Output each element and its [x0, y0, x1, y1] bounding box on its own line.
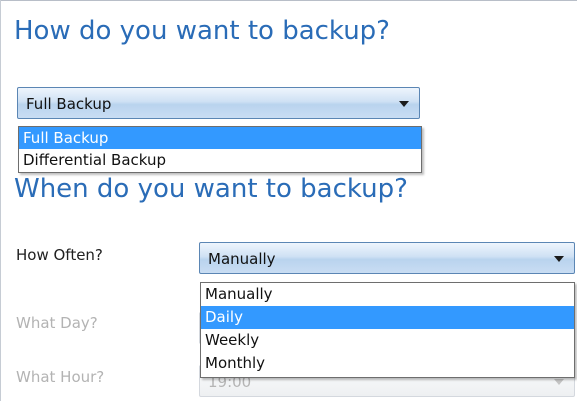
how-often-dropdown-list: Manually Daily Weekly Monthly — [200, 282, 575, 378]
chevron-down-icon — [554, 379, 564, 385]
backup-type-option-full[interactable]: Full Backup — [19, 127, 421, 149]
window-left-border — [0, 0, 1, 401]
chevron-down-icon[interactable] — [399, 101, 409, 107]
window-top-border — [0, 0, 577, 1]
how-often-option-monthly[interactable]: Monthly — [201, 352, 574, 375]
how-often-select[interactable]: Manually — [199, 242, 575, 274]
chevron-down-icon[interactable] — [554, 256, 564, 262]
what-hour-label: What Hour? — [16, 368, 105, 386]
backup-type-heading: How do you want to backup? — [14, 16, 390, 46]
backup-type-dropdown-list: Full Backup Differential Backup — [18, 126, 422, 173]
schedule-heading: When do you want to backup? — [14, 174, 408, 204]
how-often-option-daily[interactable]: Daily — [201, 306, 574, 329]
how-often-label: How Often? — [16, 246, 103, 264]
how-often-option-weekly[interactable]: Weekly — [201, 329, 574, 352]
backup-type-select-value: Full Backup — [26, 95, 112, 113]
how-often-option-manually[interactable]: Manually — [201, 283, 574, 306]
backup-type-option-differential[interactable]: Differential Backup — [19, 149, 421, 171]
backup-type-select[interactable]: Full Backup — [17, 87, 420, 119]
what-day-label: What Day? — [16, 314, 98, 332]
how-often-select-value: Manually — [208, 250, 276, 268]
